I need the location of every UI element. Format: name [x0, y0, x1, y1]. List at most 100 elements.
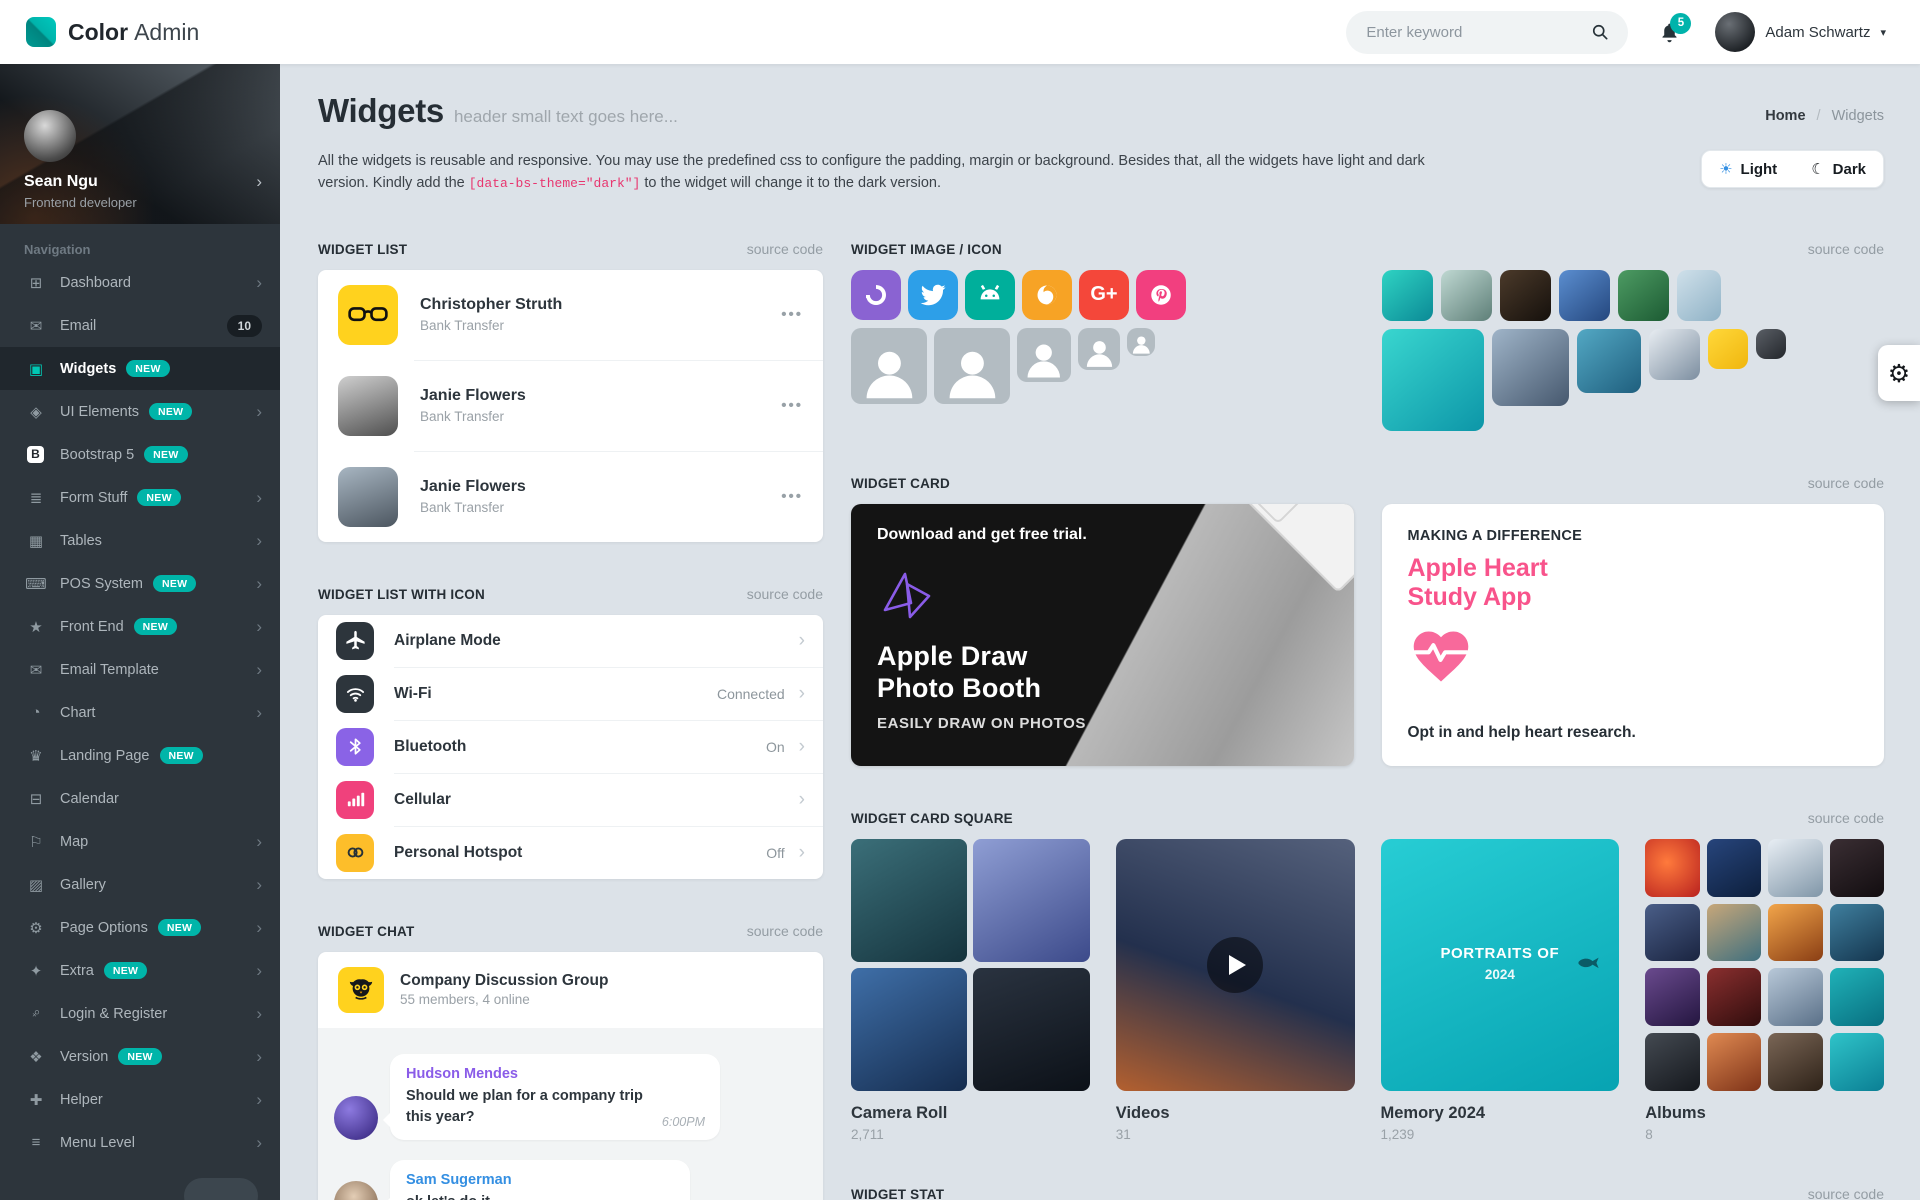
breadcrumb-separator: / [1817, 108, 1821, 124]
card-footer: Opt in and help heart research. [1408, 724, 1859, 742]
sidebar-minify-button[interactable] [184, 1178, 258, 1200]
list-item-name: Christopher Struth [420, 296, 781, 314]
widget-chat-section: WIDGET CHAT source code Company Discussi… [318, 923, 823, 1200]
apple-draw-card[interactable]: Download and get free trial. Apple Draw … [851, 504, 1354, 766]
list-item[interactable]: Janie FlowersBank Transfer••• [318, 361, 823, 451]
setting-label: Bluetooth [394, 738, 766, 756]
sidebar-item-map[interactable]: ⚐Map› [0, 820, 280, 863]
videos-card[interactable]: Videos 31 [1116, 839, 1355, 1142]
sidebar-item-extra[interactable]: ✦ExtraNEW› [0, 949, 280, 992]
user-menu[interactable]: Adam Schwartz ▾ [1715, 12, 1886, 52]
setting-row-bluetooth[interactable]: BluetoothOn› [318, 721, 823, 773]
new-badge: NEW [160, 747, 203, 764]
brand[interactable]: Color Admin [0, 17, 199, 47]
sidebar-item-dashboard[interactable]: ⊞Dashboard› [0, 261, 280, 304]
sidebar-item-ui-elements[interactable]: ◈UI ElementsNEW› [0, 390, 280, 433]
setting-row-airplane-mode[interactable]: Airplane Mode› [318, 615, 823, 667]
photo-tile [1830, 1033, 1884, 1091]
list-item-text: Janie FlowersBank Transfer [420, 387, 781, 424]
setting-row-cellular[interactable]: Cellular› [318, 774, 823, 826]
sidebar-item-form-stuff[interactable]: ≣Form StuffNEW› [0, 476, 280, 519]
sidebar-item-chart[interactable]: ◔Chart› [0, 691, 280, 734]
theme-dark-button[interactable]: ☾ Dark [1794, 151, 1883, 187]
more-options-button[interactable]: ••• [781, 488, 803, 505]
setting-label: Personal Hotspot [394, 844, 766, 862]
image-thumbnail [1500, 270, 1551, 321]
card-label: Camera Roll [851, 1104, 1090, 1123]
chat-group-header[interactable]: Company Discussion Group 55 members, 4 o… [318, 952, 823, 1028]
triangle-logo-icon [877, 570, 1087, 631]
new-badge: NEW [104, 962, 147, 979]
section-title: WIDGET CHAT [318, 924, 414, 939]
source-code-link[interactable]: source code [747, 923, 823, 939]
source-code-link[interactable]: source code [1808, 241, 1884, 257]
sidebar-item-tables[interactable]: ▦Tables› [0, 519, 280, 562]
image-thumbnail [1708, 329, 1748, 369]
more-options-button[interactable]: ••• [781, 306, 803, 323]
sidebar-item-email-template[interactable]: ✉Email Template› [0, 648, 280, 691]
photo-tile [1768, 1033, 1822, 1091]
widget-list-icon-section: WIDGET LIST WITH ICON source code Airpla… [318, 586, 823, 879]
source-code-link[interactable]: source code [747, 586, 823, 602]
image-thumbnail [1649, 329, 1700, 380]
sidebar-profile[interactable]: Sean Ngu › Frontend developer [0, 64, 280, 224]
source-code-link[interactable]: source code [1808, 1186, 1884, 1200]
list-item[interactable]: Christopher StruthBank Transfer••• [318, 270, 823, 360]
moon-icon: ☾ [1811, 160, 1824, 178]
pinterest-icon [1136, 270, 1186, 320]
image-thumbnail [1382, 270, 1433, 321]
photo-avatar [338, 467, 398, 527]
breadcrumb: Home / Widgets [1765, 108, 1884, 130]
card-subheading: EASILY DRAW ON PHOTOS [877, 715, 1087, 732]
photo-tile [1645, 1033, 1699, 1091]
camera-roll-card[interactable]: Camera Roll 2,711 [851, 839, 1090, 1142]
sidebar-item-front-end[interactable]: ★Front EndNEW› [0, 605, 280, 648]
more-options-button[interactable]: ••• [781, 397, 803, 414]
theme-light-button[interactable]: ☀ Light [1702, 151, 1794, 187]
sidebar-item-pos-system[interactable]: ⌨POS SystemNEW› [0, 562, 280, 605]
play-button[interactable] [1207, 937, 1263, 993]
sidebar-item-widgets[interactable]: ▣WidgetsNEW [0, 347, 280, 390]
source-code-link[interactable]: source code [747, 241, 823, 257]
user-avatar [1715, 12, 1755, 52]
apple-heart-card[interactable]: MAKING A DIFFERENCE Apple Heart Study Ap… [1382, 504, 1885, 766]
setting-row-wi-fi[interactable]: Wi-FiConnected› [318, 668, 823, 720]
helper-icon: ✚ [24, 1091, 48, 1109]
image-thumbnail [1677, 270, 1721, 321]
card-heading: Apple Draw Photo Booth [877, 641, 1087, 705]
sidebar-item-helper[interactable]: ✚Helper› [0, 1078, 280, 1121]
map-icon: ⚐ [24, 833, 48, 851]
image-thumbnail [1756, 329, 1786, 359]
albums-card[interactable]: Albums 8 [1645, 839, 1884, 1142]
airplane-icon [336, 622, 374, 660]
setting-row-personal-hotspot[interactable]: Personal HotspotOff› [318, 827, 823, 879]
notifications-button[interactable]: 5 [1658, 21, 1681, 44]
breadcrumb-home[interactable]: Home [1765, 108, 1805, 124]
sidebar-item-page-options[interactable]: ⚙Page OptionsNEW› [0, 906, 280, 949]
settings-panel-toggle[interactable]: ⚙ [1878, 345, 1920, 401]
sidebar-item-gallery[interactable]: ▨Gallery› [0, 863, 280, 906]
list-item[interactable]: Janie FlowersBank Transfer••• [318, 452, 823, 542]
sidebar-item-label: Version [60, 1049, 108, 1065]
sidebar-item-version[interactable]: ❖VersionNEW› [0, 1035, 280, 1078]
sidebar-item-calendar[interactable]: ⊟Calendar [0, 777, 280, 820]
sidebar-item-label: Chart [60, 705, 95, 721]
message-sender: Hudson Mendes [406, 1066, 704, 1082]
bluetooth-icon [336, 728, 374, 766]
sidebar-item-menu-level[interactable]: ≡Menu Level› [0, 1121, 280, 1164]
sidebar-nav: ⊞Dashboard›✉Email10▣WidgetsNEW◈UI Elemen… [0, 261, 280, 1164]
sidebar-item-login-register[interactable]: ♀Login & Register› [0, 992, 280, 1035]
chevron-right-icon[interactable]: › [256, 172, 262, 192]
twitter-icon [908, 270, 958, 320]
source-code-link[interactable]: source code [1808, 475, 1884, 491]
search-input[interactable] [1364, 23, 1590, 42]
sidebar-item-email[interactable]: ✉Email10 [0, 304, 280, 347]
sidebar-item-landing-page[interactable]: ♛Landing PageNEW [0, 734, 280, 777]
search-box[interactable] [1346, 11, 1628, 54]
memory-2024-card[interactable]: PORTRAITS OF 2024 Memory 2024 1,239 [1381, 839, 1620, 1142]
search-icon[interactable] [1590, 22, 1610, 42]
profile-avatar [24, 110, 76, 162]
sidebar-item-bootstrap-5[interactable]: BBootstrap 5NEW [0, 433, 280, 476]
new-badge: NEW [134, 618, 177, 635]
source-code-link[interactable]: source code [1808, 810, 1884, 826]
